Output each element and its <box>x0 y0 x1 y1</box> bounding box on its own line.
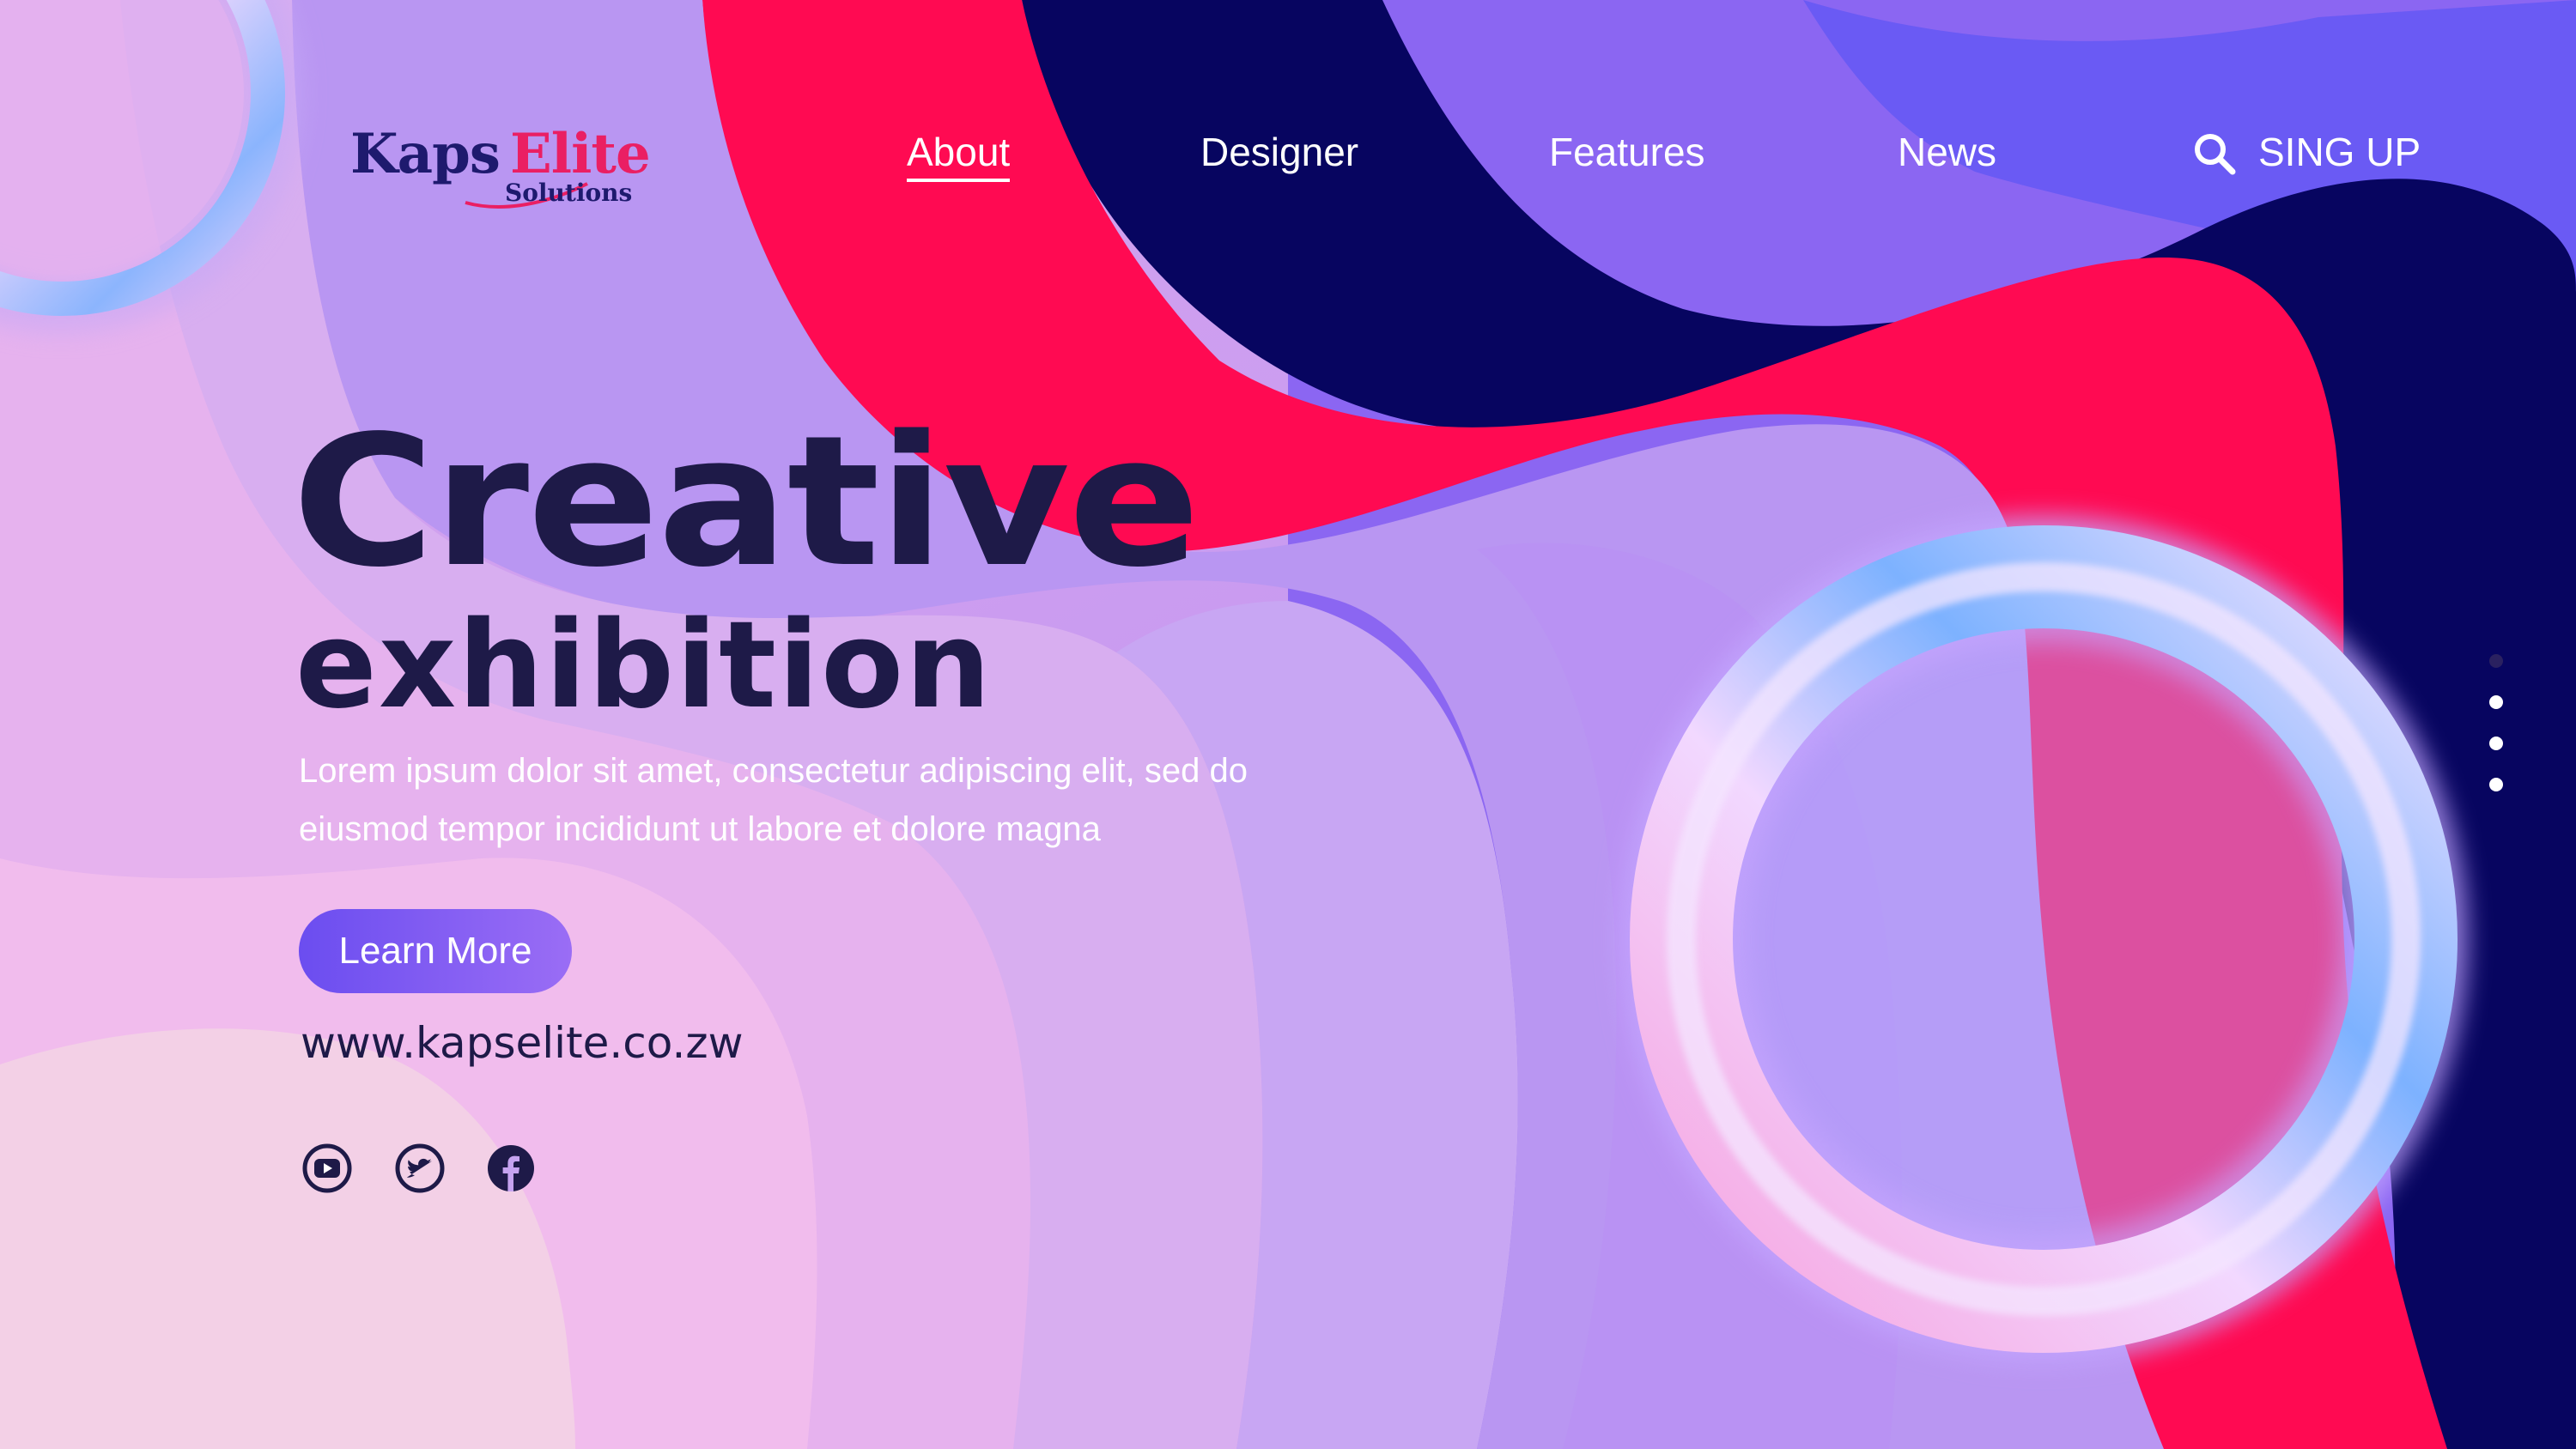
slider-dot-3[interactable] <box>2489 737 2503 750</box>
slider-dot-2[interactable] <box>2489 695 2503 709</box>
hero-description-line-1: Lorem ipsum dolor sit amet, consectetur … <box>299 752 1248 790</box>
hero-description: Lorem ipsum dolor sit amet, consectetur … <box>299 742 1415 858</box>
hero-subtitle: exhibition <box>295 596 993 736</box>
twitter-icon[interactable] <box>395 1143 445 1193</box>
search-icon[interactable] <box>2191 130 2238 177</box>
slider-dot-1[interactable] <box>2489 654 2503 668</box>
hero-description-line-2: eiusmod tempor incididunt ut labore et d… <box>299 810 1101 848</box>
nav-item-features[interactable]: Features <box>1549 129 1705 175</box>
hero-title: Creative <box>292 397 1200 607</box>
nav-item-about[interactable]: About <box>907 129 1011 182</box>
website-link[interactable]: www.kapselite.co.zw <box>301 1018 744 1068</box>
facebook-icon[interactable] <box>486 1143 536 1193</box>
slider-pagination <box>2487 654 2507 800</box>
logo-tagline: Solutions <box>505 179 633 207</box>
youtube-icon[interactable] <box>302 1143 352 1193</box>
nav-item-designer[interactable]: Designer <box>1200 129 1358 175</box>
slider-dot-4[interactable] <box>2489 778 2503 791</box>
nav-item-news[interactable]: News <box>1898 129 1996 175</box>
decorative-ring-large <box>1619 514 2469 1364</box>
signup-button[interactable]: SING UP <box>2258 129 2421 175</box>
learn-more-button[interactable]: Learn More <box>299 909 572 993</box>
brand-logo[interactable]: Kaps Elite Solutions <box>350 122 677 216</box>
landing-page: Kaps Elite Solutions About Designer Feat… <box>0 0 2576 1449</box>
